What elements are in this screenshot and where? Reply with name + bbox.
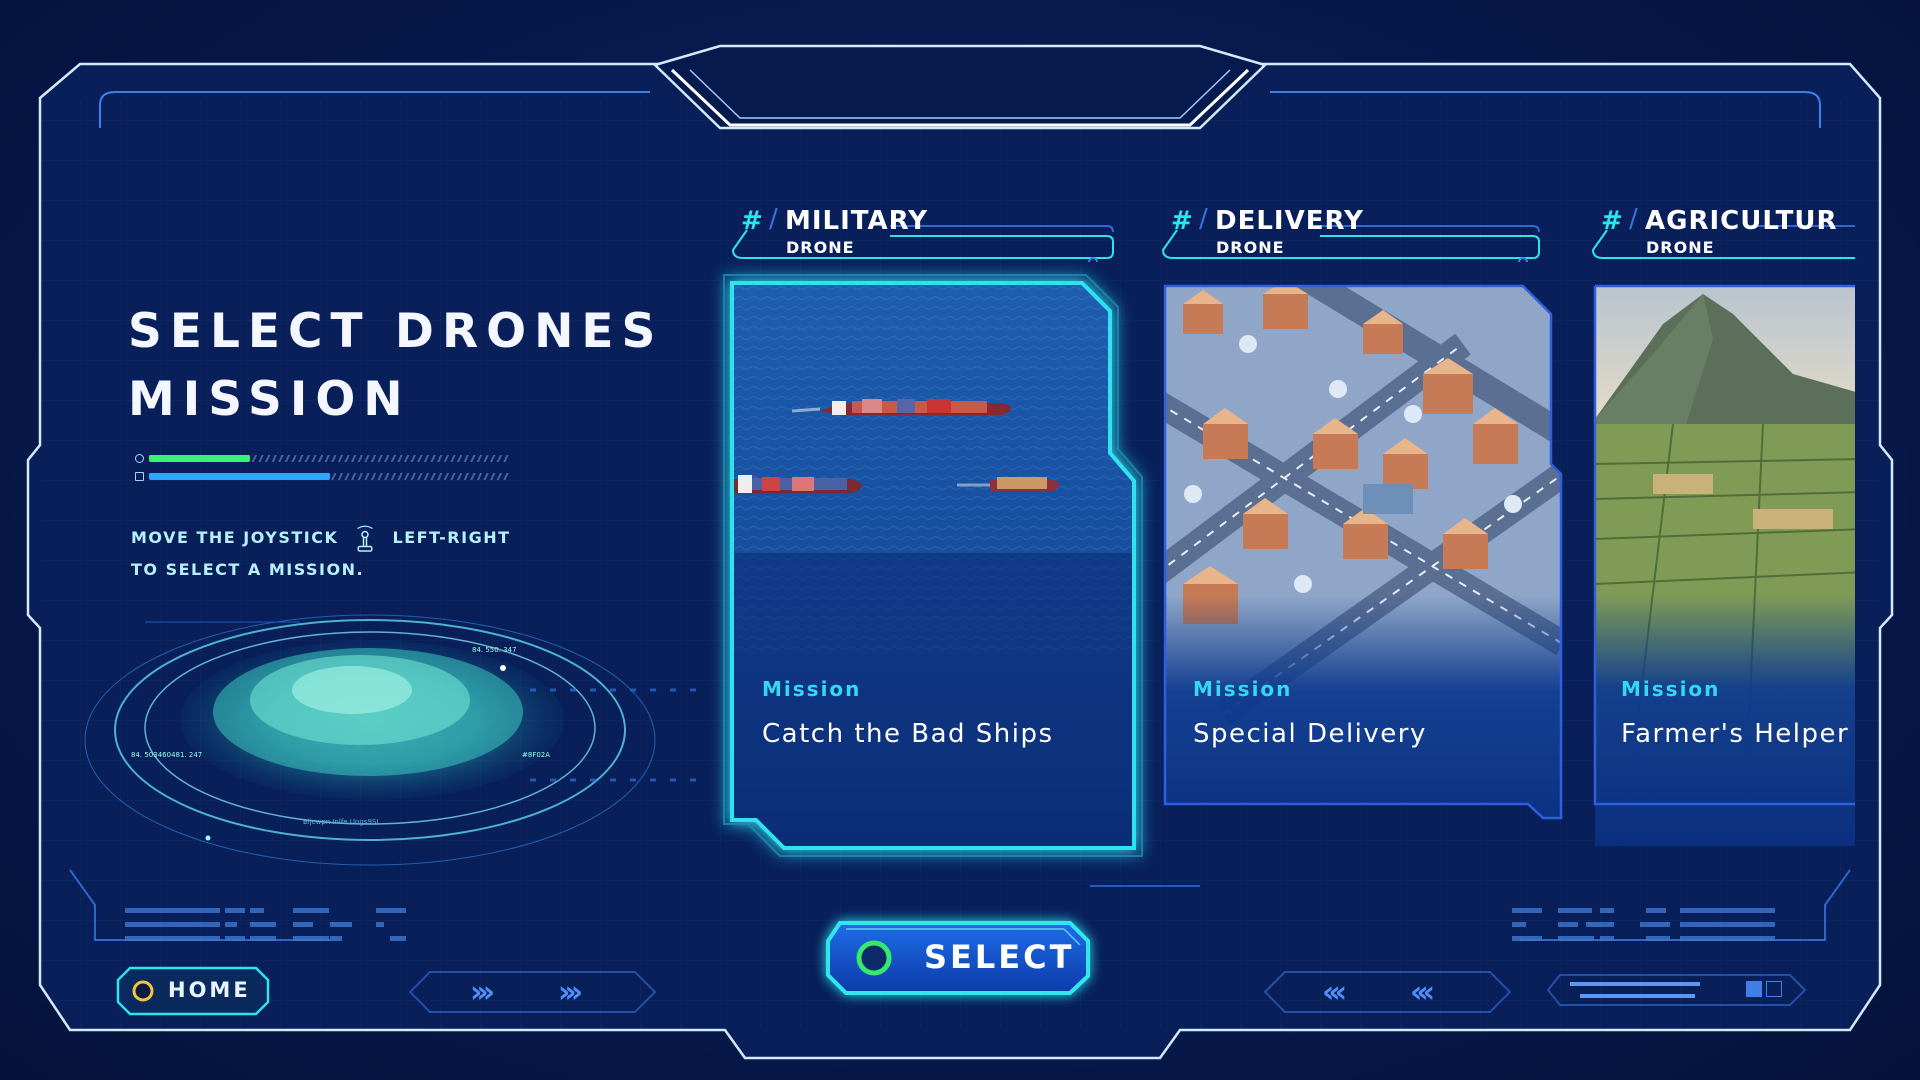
- card-title: AGRICULTUR: [1645, 206, 1838, 236]
- title-line-1: SELECT DRONES: [128, 304, 664, 359]
- instruction-text: MOVE THE JOYSTICK LEFT-RIGHT TO SELECT A…: [131, 522, 551, 586]
- card-title: DELIVERY: [1215, 206, 1364, 236]
- card-subtitle: DRONE: [786, 238, 855, 257]
- mission-card-delivery[interactable]: Mission Special Delivery: [1163, 284, 1563, 849]
- progress-bar-secondary: [135, 472, 510, 481]
- mission-name: Catch the Bad Ships: [762, 719, 1054, 749]
- holo-coord-a: 84. 550. 347: [472, 646, 517, 654]
- chevron-right-icon[interactable]: ›››: [558, 975, 583, 1010]
- card-header-delivery: # / DELIVERY DRONE: [1155, 202, 1545, 262]
- square-outline-icon: [1766, 981, 1782, 997]
- mission-label: Mission: [1621, 677, 1721, 701]
- select-button[interactable]: SELECT: [826, 920, 1090, 996]
- title-line-2: MISSION: [128, 372, 411, 427]
- card-header-military: # / MILITARY DRONE: [725, 202, 1115, 262]
- chevron-right-icon[interactable]: ›››: [470, 975, 495, 1010]
- yellow-ring-icon: [132, 980, 154, 1002]
- holo-coord-b: 84. 503460481. 247: [131, 751, 203, 759]
- chevron-left-icon[interactable]: ‹‹‹: [1410, 975, 1435, 1010]
- mission-card-military[interactable]: Mission Catch the Bad Ships: [722, 273, 1146, 860]
- select-button-label: SELECT: [924, 938, 1075, 976]
- card-subtitle: DRONE: [1216, 238, 1285, 257]
- card-subtitle: DRONE: [1646, 238, 1715, 257]
- mission-label: Mission: [1193, 677, 1293, 701]
- card-title: MILITARY: [785, 206, 929, 236]
- chevron-left-icon[interactable]: ‹‹‹: [1322, 975, 1347, 1010]
- holo-caption: Bljcwpn Inlfe Ungs9SL: [303, 818, 381, 826]
- progress-bar-primary: [135, 454, 510, 463]
- green-ring-icon: [856, 940, 892, 976]
- holo-coord-c: #8F02A: [522, 751, 551, 759]
- mission-name: Special Delivery: [1193, 719, 1427, 749]
- mission-label: Mission: [762, 677, 862, 701]
- mission-card-agriculture[interactable]: Mission Farmer's Helper: [1593, 284, 1855, 849]
- joystick-icon: [357, 525, 374, 552]
- home-button-label: HOME: [168, 978, 251, 1002]
- card-header-agriculture: # / AGRICULTUR DRONE: [1585, 202, 1855, 262]
- square-icon: [1746, 981, 1762, 997]
- home-button[interactable]: HOME: [116, 966, 270, 1016]
- mission-name: Farmer's Helper: [1621, 719, 1850, 749]
- hologram-map: [84, 614, 656, 866]
- page-title: SELECT DRONES MISSION: [128, 298, 688, 434]
